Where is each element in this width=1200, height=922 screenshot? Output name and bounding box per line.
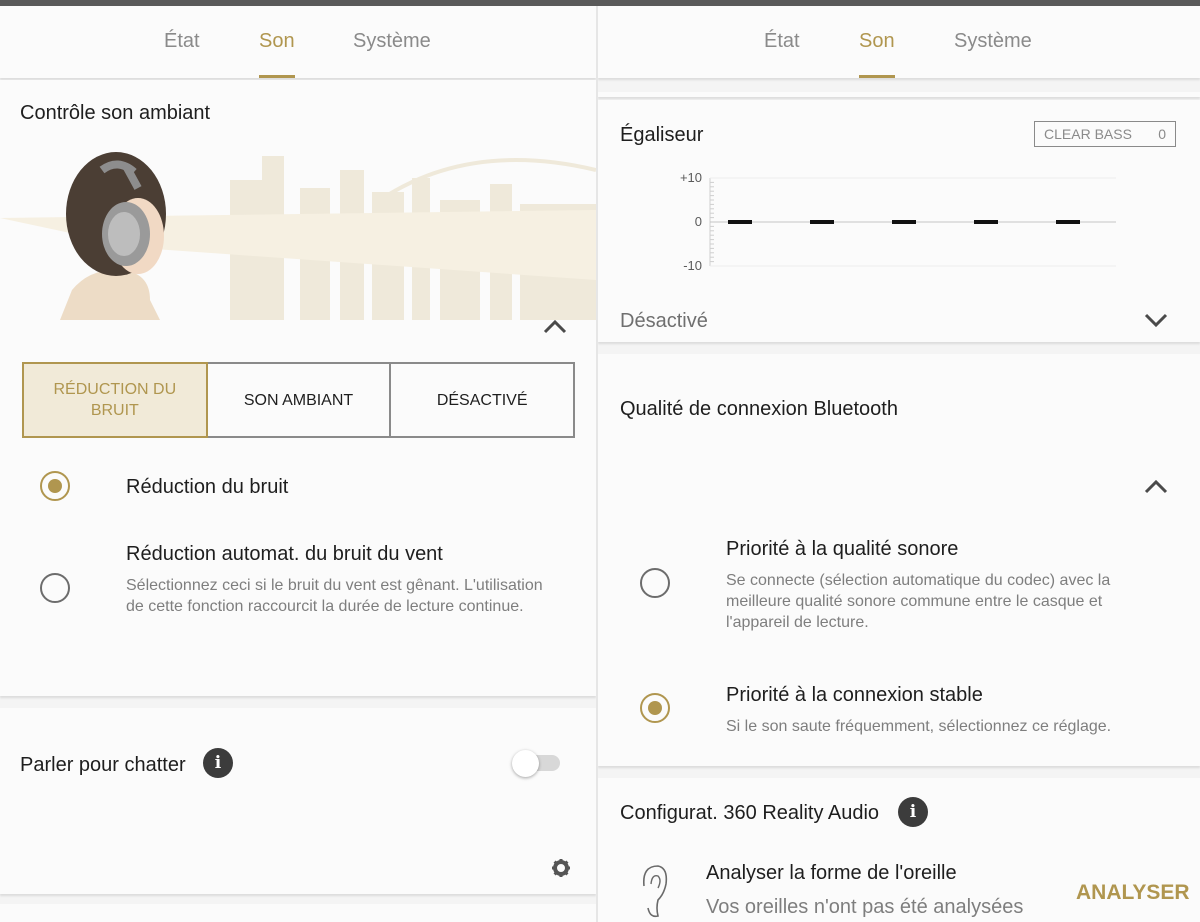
ear-analysis-title: Analyser la forme de l'oreille — [706, 862, 957, 884]
noise-cancelling-label: Réduction du bruit — [126, 476, 289, 498]
ambient-illustration — [0, 152, 596, 320]
eq-band-marker — [892, 220, 916, 224]
eq-axis-top: +10 — [680, 170, 702, 185]
speak-to-chat-title: Parler pour chatter — [20, 754, 186, 776]
analyse-button[interactable]: ANALYSER — [1076, 881, 1190, 905]
wind-noise-description: Sélectionnez ceci si le bruit du vent es… — [126, 577, 543, 615]
collapse-chevron-up-icon[interactable] — [542, 318, 568, 334]
info-icon[interactable]: i — [203, 748, 233, 778]
ambient-mode-selector: RÉDUCTION DU BRUIT SON AMBIANT DÉSACTIVÉ — [22, 362, 575, 438]
wind-noise-label: Réduction automat. du bruit du vent — [126, 543, 443, 565]
reality-audio-title: Configurat. 360 Reality Audio — [620, 802, 880, 824]
ambient-sound-title: Contrôle son ambiant — [20, 102, 211, 124]
sound-quality-priority-description: Se connecte (sélection automatique du co… — [726, 572, 1111, 631]
active-tab-indicator — [859, 75, 895, 78]
info-icon[interactable]: i — [898, 797, 928, 827]
noise-cancelling-radio[interactable] — [40, 471, 70, 501]
active-tab-indicator — [259, 75, 295, 78]
tab-bar: État Son Système — [0, 6, 596, 78]
bluetooth-quality-card: Qualité de connexion Bluetooth Priorité … — [598, 354, 1200, 766]
tab-etat[interactable]: État — [764, 30, 800, 78]
ear-analysis-status: Vos oreilles n'ont pas été analysées — [706, 896, 1024, 918]
reality-audio-card: Configurat. 360 Reality Audio i Analyser… — [598, 778, 1200, 922]
tab-son[interactable]: Son — [859, 30, 895, 78]
clear-bass-box[interactable]: CLEAR BASS 0 — [1034, 121, 1176, 147]
eq-band-marker — [974, 220, 998, 224]
stable-connection-priority-radio[interactable] — [640, 693, 670, 723]
tab-bar: État Son Système — [598, 6, 1200, 78]
eq-axis-mid: 0 — [695, 214, 702, 229]
clear-bass-value: 0 — [1158, 126, 1166, 142]
ear-icon — [642, 865, 668, 918]
sound-quality-priority-label: Priorité à la qualité sonore — [726, 538, 959, 560]
equalizer-graph[interactable]: +10 0 -10 — [658, 160, 1128, 280]
left-screen: État Son Système Contrôle son ambiant RÉ… — [0, 6, 596, 922]
wind-noise-radio[interactable] — [40, 573, 70, 603]
collapse-chevron-up-icon[interactable] — [1143, 478, 1169, 494]
mode-off-button[interactable]: DÉSACTIVÉ — [391, 364, 573, 436]
eq-band-marker — [1056, 220, 1080, 224]
eq-band-marker — [728, 220, 752, 224]
tab-son[interactable]: Son — [259, 30, 295, 78]
previous-card-edge — [598, 92, 1200, 97]
toggle-knob — [512, 750, 539, 777]
right-screen: État Son Système Égaliseur CLEAR BASS 0 … — [598, 6, 1200, 922]
eq-axis-bottom: -10 — [683, 258, 702, 273]
tab-etat[interactable]: État — [164, 30, 200, 78]
gear-icon[interactable] — [551, 858, 571, 878]
next-card — [0, 904, 596, 922]
equalizer-preset[interactable]: Désactivé — [620, 310, 708, 333]
clear-bass-label: CLEAR BASS — [1044, 126, 1132, 142]
eq-band-marker — [810, 220, 834, 224]
expand-chevron-down-icon[interactable] — [1143, 312, 1169, 328]
tab-systeme[interactable]: Système — [954, 30, 1032, 78]
equalizer-title: Égaliseur — [620, 124, 704, 146]
equalizer-card: Égaliseur CLEAR BASS 0 +10 0 -10 Désacti… — [598, 100, 1200, 342]
stable-connection-priority-label: Priorité à la connexion stable — [726, 684, 983, 706]
speak-to-chat-card: Parler pour chatter i — [0, 708, 596, 894]
stable-connection-priority-description: Si le son saute fréquemment, sélectionne… — [726, 718, 1112, 735]
bluetooth-quality-title: Qualité de connexion Bluetooth — [620, 398, 898, 420]
speak-to-chat-toggle[interactable] — [512, 748, 562, 778]
sound-quality-priority-radio[interactable] — [640, 568, 670, 598]
mode-ambient-sound-button[interactable]: SON AMBIANT — [208, 364, 392, 436]
mode-noise-cancelling-button[interactable]: RÉDUCTION DU BRUIT — [22, 362, 208, 438]
tab-systeme[interactable]: Système — [353, 30, 431, 78]
